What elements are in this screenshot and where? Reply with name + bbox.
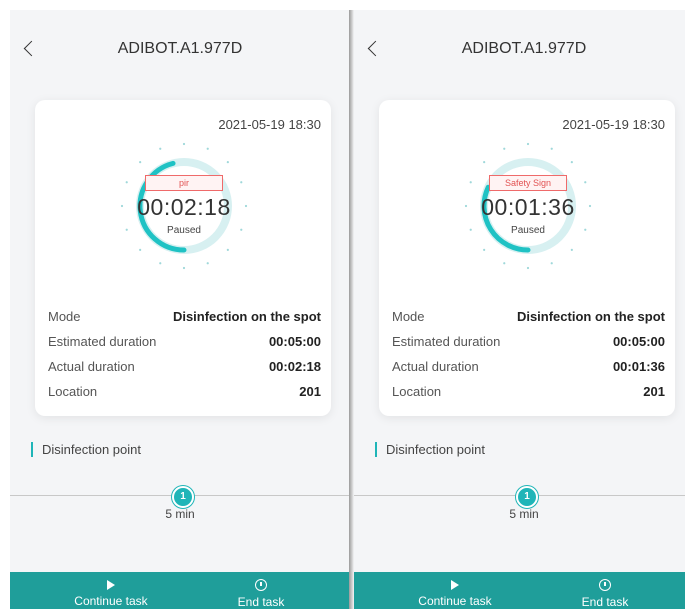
dial-tick: [526, 142, 530, 146]
task-status-card: 2021-05-19 18:30 Safety Sign 00:01:36 Pa…: [379, 100, 675, 416]
info-label: Location: [48, 384, 98, 399]
info-value: 00:05:00: [612, 334, 665, 349]
info-label: Mode: [48, 309, 81, 324]
pause-reason-badge: Safety Sign: [489, 175, 567, 191]
action-bar: Continue task End task: [354, 572, 685, 609]
elapsed-time: 00:01:36: [481, 194, 575, 220]
stop-icon: [599, 579, 611, 591]
page-title: ADIBOT.A1.977D: [117, 40, 243, 57]
dial-tick: [570, 161, 573, 164]
dial-tick: [483, 161, 486, 164]
dial-tick: [503, 147, 506, 150]
info-value: 00:01:36: [612, 359, 665, 374]
dial-tick: [550, 262, 553, 265]
info-row-estimated-duration: Estimated duration 00:05:00: [48, 329, 321, 354]
play-icon: [451, 580, 459, 590]
dial-tick: [182, 266, 186, 270]
info-row-actual-duration: Actual duration 00:02:18: [48, 354, 321, 379]
info-row-location: Location 201: [48, 379, 321, 404]
info-value: Disinfection on the spot: [172, 309, 321, 324]
play-icon: [107, 580, 115, 590]
task-panel-right: ADIBOT.A1.977D 2021-05-19 18:30 Safety S…: [354, 10, 685, 609]
dial-tick: [503, 262, 506, 265]
info-row-location: Location 201: [392, 379, 665, 404]
continue-task-button[interactable]: Continue task: [390, 572, 520, 609]
dial-tick: [159, 147, 162, 150]
dial-tick: [139, 248, 142, 251]
continue-task-label: Continue task: [74, 594, 148, 608]
dial-tick: [584, 181, 587, 184]
task-info-list: Mode Disinfection on the spot Estimated …: [48, 304, 321, 404]
task-status-card: 2021-05-19 18:30 pir 00:02:18 Paused Mod…: [35, 100, 331, 416]
dial-tick: [226, 161, 229, 164]
section-title-disinfection-point: Disinfection point: [375, 442, 485, 457]
info-value: Disinfection on the spot: [516, 309, 665, 324]
page-title: ADIBOT.A1.977D: [461, 40, 587, 57]
dial-tick: [206, 262, 209, 265]
info-row-estimated-duration: Estimated duration 00:05:00: [392, 329, 665, 354]
continue-task-button[interactable]: Continue task: [46, 572, 176, 609]
dial-tick: [483, 248, 486, 251]
disinfection-point-marker[interactable]: 1: [516, 486, 538, 508]
task-state: Paused: [511, 225, 545, 236]
dial-tick: [139, 161, 142, 164]
stop-icon: [255, 579, 267, 591]
dial-tick: [159, 262, 162, 265]
dial-tick: [570, 248, 573, 251]
end-task-label: End task: [237, 595, 285, 609]
info-value: 00:05:00: [268, 334, 321, 349]
info-label: Mode: [392, 309, 425, 324]
info-label: Estimated duration: [48, 334, 157, 349]
dial-tick: [226, 248, 229, 251]
task-panel-left: ADIBOT.A1.977D 2021-05-19 18:30 pir 00:0…: [10, 10, 350, 609]
disinfection-point-marker[interactable]: 1: [172, 486, 194, 508]
info-label: Location: [392, 384, 442, 399]
info-value: 00:02:18: [268, 359, 321, 374]
dial-tick: [182, 142, 186, 146]
info-value: 201: [299, 384, 321, 399]
info-row-mode: Mode Disinfection on the spot: [48, 304, 321, 329]
dial-tick: [526, 266, 530, 270]
end-task-button[interactable]: End task: [540, 572, 670, 609]
pause-reason-badge: pir: [145, 175, 223, 191]
action-bar: Continue task End task: [10, 572, 350, 609]
point-duration: 5 min: [509, 507, 539, 521]
dial-tick: [240, 181, 243, 184]
continue-task-label: Continue task: [418, 594, 492, 608]
progress-dial: pir 00:02:18 Paused: [114, 136, 254, 276]
section-title-disinfection-point: Disinfection point: [31, 442, 141, 457]
info-row-mode: Mode Disinfection on the spot: [392, 304, 665, 329]
dial-tick: [206, 147, 209, 150]
screen: ADIBOT.A1.977D 2021-05-19 18:30 pir 00:0…: [0, 0, 685, 609]
info-label: Actual duration: [48, 359, 135, 374]
point-duration: 5 min: [165, 507, 195, 521]
dial-tick: [125, 181, 128, 184]
dial-tick: [469, 181, 472, 184]
info-value: 201: [643, 384, 665, 399]
task-timestamp: 2021-05-19 18:30: [218, 117, 321, 132]
end-task-label: End task: [581, 595, 629, 609]
dial-tick: [550, 147, 553, 150]
info-label: Estimated duration: [392, 334, 501, 349]
elapsed-time: 00:02:18: [137, 194, 231, 220]
task-timestamp: 2021-05-19 18:30: [562, 117, 665, 132]
progress-dial: Safety Sign 00:01:36 Paused: [458, 136, 598, 276]
info-label: Actual duration: [392, 359, 479, 374]
task-state: Paused: [167, 225, 201, 236]
info-row-actual-duration: Actual duration 00:01:36: [392, 354, 665, 379]
task-info-list: Mode Disinfection on the spot Estimated …: [392, 304, 665, 404]
end-task-button[interactable]: End task: [196, 572, 326, 609]
